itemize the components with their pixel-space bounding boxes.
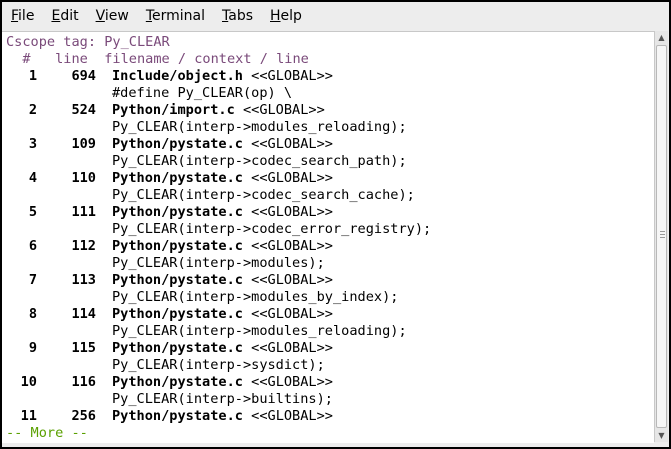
- result-file-scope: Python/pystate.c <<GLOBAL>>: [112, 374, 333, 391]
- result-filename: Python/import.c: [112, 102, 235, 118]
- result-file-scope: Python/pystate.c <<GLOBAL>>: [112, 204, 333, 221]
- result-scope: <<GLOBAL>>: [242, 136, 333, 152]
- result-filename: Python/pystate.c: [112, 204, 243, 220]
- result-filename: Python/pystate.c: [112, 408, 243, 424]
- result-file-scope: Include/object.h <<GLOBAL>>: [112, 68, 333, 85]
- result-context: Py_CLEAR(interp->sysdict);: [112, 357, 325, 373]
- result-line-number: 524: [71, 102, 96, 118]
- result-scope: <<GLOBAL>>: [242, 306, 333, 322]
- result-file-scope: Python/pystate.c <<GLOBAL>>: [112, 272, 333, 289]
- result-line-number: 114: [71, 306, 96, 322]
- result-file-scope: Python/pystate.c <<GLOBAL>>: [112, 238, 333, 255]
- result-file-scope: Python/pystate.c <<GLOBAL>>: [112, 306, 333, 323]
- result-file-scope: Python/import.c <<GLOBAL>>: [112, 102, 325, 119]
- result-scope: <<GLOBAL>>: [242, 238, 333, 254]
- result-context: Py_CLEAR(interp->modules_reloading);: [112, 119, 407, 135]
- result-number: 9: [28, 340, 37, 356]
- results-header: # line filename / context / line: [6, 51, 309, 67]
- menu-edit[interactable]: Edit: [42, 2, 86, 31]
- result-filename: Python/pystate.c: [112, 170, 243, 186]
- result-scope: <<GLOBAL>>: [242, 408, 333, 424]
- result-number: 4: [28, 170, 37, 186]
- result-scope: <<GLOBAL>>: [242, 374, 333, 390]
- result-number: 3: [28, 136, 37, 152]
- result-line-number: 111: [71, 204, 96, 220]
- terminal-window: File Edit View Terminal Tabs Help Cscope…: [2, 2, 669, 447]
- result-context: Py_CLEAR(interp->modules);: [112, 255, 325, 271]
- result-line-number: 110: [71, 170, 96, 186]
- vertical-scrollbar[interactable]: ▲ ▼: [654, 31, 668, 442]
- menu-bar: File Edit View Terminal Tabs Help: [2, 2, 669, 31]
- menu-view-rest: iew: [104, 8, 129, 24]
- menu-terminal[interactable]: Terminal: [137, 2, 213, 31]
- menu-help[interactable]: Help: [261, 2, 310, 31]
- menu-tabs[interactable]: Tabs: [213, 2, 261, 31]
- result-line-number: 115: [71, 340, 96, 356]
- cscope-tag-line: Cscope tag: Py_CLEAR: [6, 34, 170, 50]
- menu-help-rest: elp: [280, 8, 302, 24]
- result-filename: Include/object.h: [112, 68, 243, 84]
- menu-view[interactable]: View: [87, 2, 137, 31]
- result-scope: <<GLOBAL>>: [242, 340, 333, 356]
- result-filename: Python/pystate.c: [112, 340, 243, 356]
- menu-file[interactable]: File: [2, 2, 42, 31]
- result-context: Py_CLEAR(interp->builtins);: [112, 391, 333, 407]
- result-context: #define Py_CLEAR(op) \: [112, 85, 293, 101]
- result-filename: Python/pystate.c: [112, 374, 243, 390]
- result-number: 10: [20, 374, 37, 390]
- result-context: Py_CLEAR(interp->modules_reloading);: [112, 323, 407, 339]
- result-number: 8: [28, 306, 37, 322]
- result-file-scope: Python/pystate.c <<GLOBAL>>: [112, 136, 333, 153]
- result-line-number: 694: [71, 68, 96, 84]
- result-line-number: 109: [71, 136, 96, 152]
- result-scope: <<GLOBAL>>: [242, 272, 333, 288]
- menu-view-mnemonic: V: [95, 8, 105, 24]
- result-context: Py_CLEAR(interp->codec_error_registry);: [112, 221, 432, 237]
- result-line-number: 113: [71, 272, 96, 288]
- scroll-down-icon[interactable]: ▼: [655, 429, 668, 442]
- menu-edit-mnemonic: E: [51, 8, 61, 24]
- menu-tabs-rest: abs: [228, 8, 253, 24]
- result-number: 2: [28, 102, 37, 118]
- result-number: 1: [28, 68, 37, 84]
- result-line-number: 112: [71, 238, 96, 254]
- result-scope: <<GLOBAL>>: [242, 204, 333, 220]
- menu-help-mnemonic: H: [270, 8, 281, 24]
- result-file-scope: Python/pystate.c <<GLOBAL>>: [112, 170, 333, 187]
- grip-line: [660, 234, 665, 235]
- result-number: 11: [20, 408, 37, 424]
- result-line-number: 116: [71, 374, 96, 390]
- result-filename: Python/pystate.c: [112, 136, 243, 152]
- result-number: 6: [28, 238, 37, 254]
- result-filename: Python/pystate.c: [112, 238, 243, 254]
- result-scope: <<GLOBAL>>: [234, 102, 325, 118]
- grip-line: [660, 231, 665, 232]
- result-context: Py_CLEAR(interp->modules_by_index);: [112, 289, 399, 305]
- result-number: 7: [28, 272, 37, 288]
- result-number: 5: [28, 204, 37, 220]
- menu-terminal-rest: erminal: [152, 8, 205, 24]
- more-prompt: -- More --: [6, 425, 88, 441]
- result-scope: <<GLOBAL>>: [242, 68, 333, 84]
- menu-file-rest: ile: [18, 8, 35, 24]
- scrollbar-thumb[interactable]: [656, 45, 667, 428]
- result-line-number: 256: [71, 408, 96, 424]
- result-context: Py_CLEAR(interp->codec_search_path);: [112, 153, 407, 169]
- result-file-scope: Python/pystate.c <<GLOBAL>>: [112, 340, 333, 357]
- menu-edit-rest: dit: [60, 8, 79, 24]
- menu-file-mnemonic: F: [11, 8, 19, 24]
- terminal-output[interactable]: Cscope tag: Py_CLEAR # line filename / c…: [2, 31, 654, 443]
- scroll-up-icon[interactable]: ▲: [655, 31, 668, 44]
- result-filename: Python/pystate.c: [112, 306, 243, 322]
- result-scope: <<GLOBAL>>: [242, 170, 333, 186]
- result-file-scope: Python/pystate.c <<GLOBAL>>: [112, 408, 333, 425]
- result-context: Py_CLEAR(interp->codec_search_cache);: [112, 187, 415, 203]
- result-filename: Python/pystate.c: [112, 272, 243, 288]
- grip-line: [660, 237, 665, 238]
